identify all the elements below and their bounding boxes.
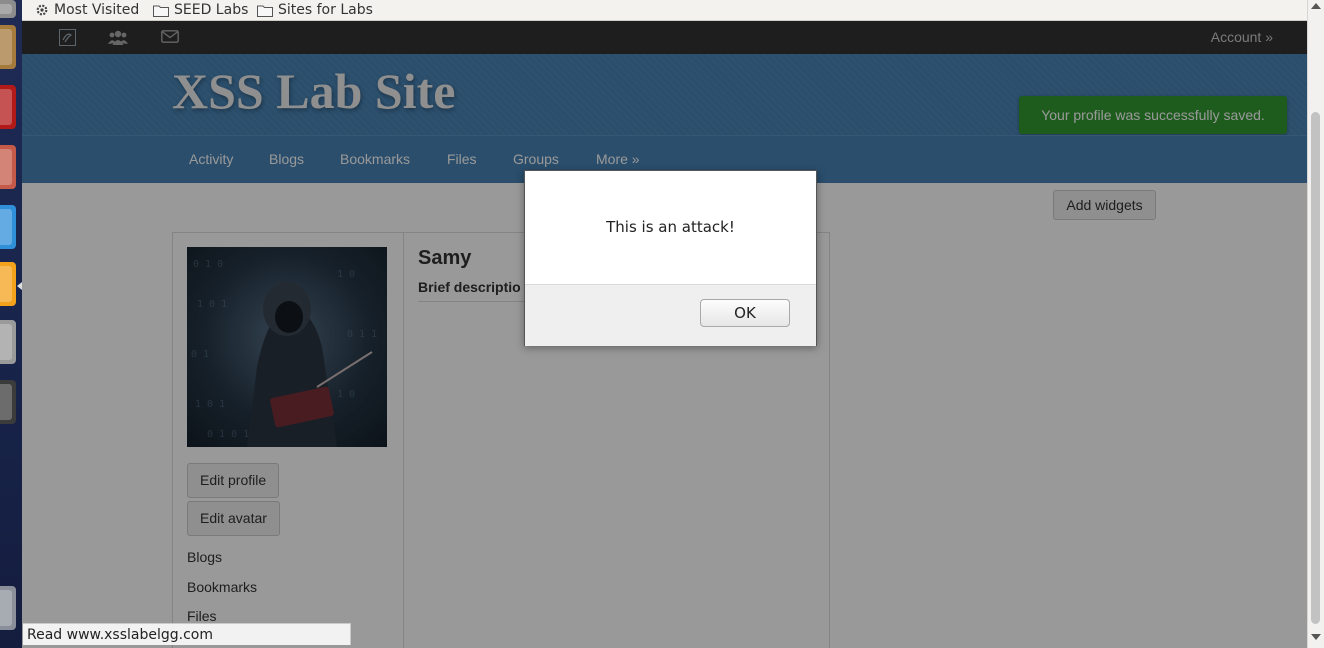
scrollbar-thumb[interactable]	[1311, 112, 1320, 624]
bookmark-seed-labs[interactable]: SEED Labs	[153, 0, 248, 20]
scroll-up-arrow-icon[interactable]	[1311, 3, 1321, 9]
bookmark-label: Most Visited	[54, 1, 140, 18]
bookmark-most-visited[interactable]: Most Visited	[35, 0, 139, 20]
bookmarks-toolbar: Most Visited SEED Labs Sites for Labs	[22, 0, 1324, 21]
launcher-files-icon[interactable]	[0, 0, 16, 18]
launcher-app-red-icon[interactable]	[0, 85, 16, 129]
page-scrollbar[interactable]	[1307, 0, 1324, 648]
folder-icon	[153, 5, 169, 17]
bookmark-label: Sites for Labs	[278, 1, 373, 18]
alert-dialog: This is an attack! OK	[524, 170, 817, 346]
launcher-text-editor-icon[interactable]	[0, 145, 16, 189]
gear-icon	[36, 4, 48, 16]
launcher-terminal-icon[interactable]	[0, 380, 16, 424]
launcher-blue-app-icon[interactable]	[0, 205, 16, 249]
bookmark-label: SEED Labs	[174, 1, 249, 18]
scroll-down-arrow-icon[interactable]	[1311, 634, 1321, 640]
launcher-tablet-icon[interactable]	[0, 25, 16, 69]
launcher-firefox-icon[interactable]	[0, 262, 16, 306]
launcher-trash-icon[interactable]	[0, 586, 16, 630]
alert-message: This is an attack!	[606, 218, 735, 236]
ok-button[interactable]: OK	[700, 299, 790, 327]
active-app-indicator-icon	[17, 282, 22, 290]
folder-icon	[257, 5, 273, 17]
alert-footer: OK	[525, 284, 816, 346]
bookmark-sites-for-labs[interactable]: Sites for Labs	[257, 0, 373, 20]
browser-status-bar: Read www.xsslabelgg.com	[23, 623, 351, 645]
ubuntu-launcher	[0, 0, 22, 648]
launcher-settings-icon[interactable]	[0, 320, 16, 364]
